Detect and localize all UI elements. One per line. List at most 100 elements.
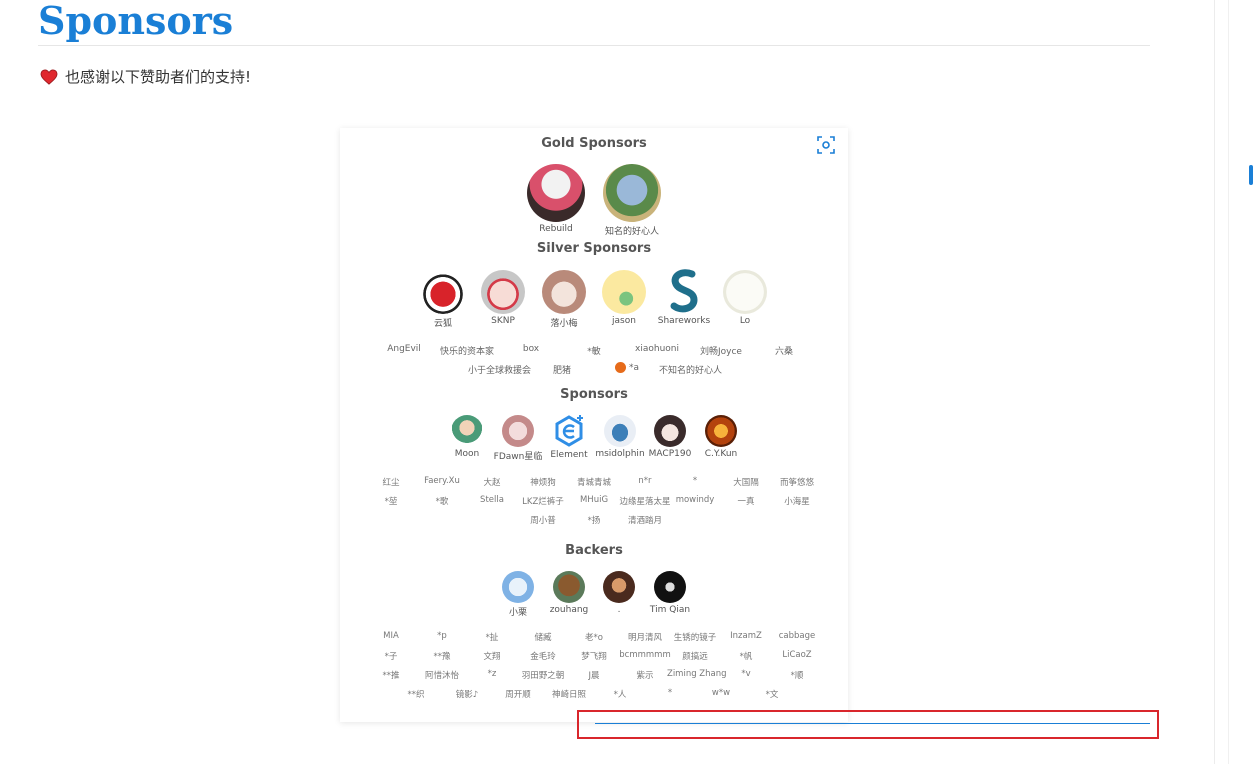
text-backer: 金毛玲 <box>530 652 556 662</box>
avatar <box>654 415 686 447</box>
avatar <box>527 164 585 222</box>
text-backer: **豫 <box>433 652 451 662</box>
sponsor[interactable]: C.Y.Kun <box>686 415 756 459</box>
text-sponsor: 快乐的资本家 <box>439 347 494 357</box>
text-backer: 老*o <box>585 633 603 643</box>
text-sponsor: MHuiG <box>579 495 609 505</box>
sponsor-name: C.Y.Kun <box>704 449 738 459</box>
text-sponsor: * <box>692 476 698 486</box>
text-backer: 紫示 <box>636 671 654 681</box>
backer[interactable]: Tim Qian <box>635 571 705 615</box>
text-sponsor: 大赵 <box>483 478 501 488</box>
text-sponsor: 小海星 <box>784 497 810 507</box>
text-backer: *子 <box>384 652 398 662</box>
silver-sponsors-title: Silver Sponsors <box>536 241 652 256</box>
sponsor-name: 知名的好心人 <box>604 227 659 237</box>
text-sponsor: 神烦狗 <box>530 478 556 488</box>
text-backer: 周开顺 <box>505 690 531 700</box>
thanks-text: 也感谢以下赞助者们的支持! <box>65 68 252 86</box>
gold-sponsor[interactable]: Rebuild <box>521 164 591 234</box>
text-sponsor: 边缘星落太星 <box>619 497 671 507</box>
page-title: Sponsors <box>38 0 234 43</box>
text-backer: bcmmmmm <box>619 650 671 660</box>
text-backer: J晨 <box>588 671 600 681</box>
text-backer: 颜搞远 <box>682 652 708 662</box>
text-backer: 明月清风 <box>627 633 662 643</box>
text-backer: 文翔 <box>483 652 501 662</box>
text-backer: **织 <box>407 690 425 700</box>
avatar <box>542 270 586 314</box>
shareworks-logo <box>670 269 698 313</box>
text-sponsor: n*r <box>638 476 652 486</box>
text-backer: * <box>667 688 673 698</box>
text-backer: *人 <box>613 690 627 700</box>
text-sponsor: *a <box>628 363 639 373</box>
text-backer: 阿惜沐怡 <box>424 671 459 681</box>
text-backer: InzamZ <box>730 631 762 641</box>
heart-icon <box>40 68 58 85</box>
text-sponsor: 周小普 <box>530 516 556 526</box>
sponsors-title: Sponsors <box>560 387 628 402</box>
text-sponsor: *扬 <box>587 516 601 526</box>
sidebar-divider-2 <box>1228 0 1229 764</box>
text-sponsor: *歌 <box>435 497 449 507</box>
text-backer: *z <box>487 669 497 679</box>
text-backer: *v <box>741 669 751 679</box>
avatar <box>553 571 585 603</box>
text-backer: LiCaoZ <box>782 650 812 660</box>
toc-active-indicator <box>1249 165 1253 185</box>
text-backer: **推 <box>382 671 400 681</box>
avatar <box>603 164 661 222</box>
text-backer: 梦飞翔 <box>581 652 607 662</box>
sponsor-name: Rebuild <box>539 224 573 234</box>
avatar <box>602 270 646 314</box>
text-backer: 镜影♪ <box>455 690 479 700</box>
text-sponsor: *堃 <box>384 497 398 507</box>
text-sponsor: 刘畅Joyce <box>700 347 742 357</box>
avatar <box>654 571 686 603</box>
avatar <box>502 571 534 603</box>
backers-title: Backers <box>565 543 623 558</box>
text-backer: *顺 <box>790 671 804 681</box>
text-backer: 生锈的镜子 <box>673 633 717 643</box>
gold-sponsors-title: Gold Sponsors <box>541 136 647 151</box>
text-sponsor: 不知名的好心人 <box>659 366 723 376</box>
avatar <box>705 415 737 447</box>
gold-sponsor[interactable]: 知名的好心人 <box>597 164 667 237</box>
text-sponsor: AngEvil <box>387 344 421 354</box>
text-backer: Ziming Zhang <box>667 669 727 679</box>
pumpkin-icon <box>615 362 626 373</box>
silver-sponsor[interactable]: Lo <box>710 270 780 326</box>
avatar <box>421 270 465 314</box>
text-backer: 神崎日照 <box>551 690 586 700</box>
avatar <box>603 571 635 603</box>
text-backer: *p <box>437 631 447 641</box>
text-sponsor: 一真 <box>737 497 755 507</box>
text-backer: cabbage <box>778 631 816 641</box>
avatar <box>451 415 483 447</box>
text-sponsor: 红尘 <box>382 478 400 488</box>
text-sponsor: mowindy <box>675 495 715 505</box>
text-backer: *帆 <box>739 652 753 662</box>
text-backer: 羽田野之朝 <box>521 671 565 681</box>
avatar <box>604 415 636 447</box>
silver-sponsor[interactable]: Shareworks <box>649 268 719 326</box>
silver-sponsor[interactable]: SKNP <box>468 270 538 326</box>
highlight-box <box>577 710 1159 739</box>
avatar <box>723 270 767 314</box>
text-sponsor: 而筝悠悠 <box>779 478 814 488</box>
text-sponsor: 大国隔 <box>733 478 759 488</box>
text-backer: 储臧 <box>534 633 552 643</box>
text-sponsor: Faery.Xu <box>424 476 460 486</box>
text-sponsor: 小于全球救援会 <box>468 366 532 376</box>
element-logo <box>555 415 583 447</box>
title-divider <box>38 45 1150 46</box>
text-sponsor: *敏 <box>587 347 601 357</box>
sidebar-divider <box>1214 0 1215 764</box>
avatar <box>502 415 534 447</box>
backer-name: Tim Qian <box>649 605 691 615</box>
text-sponsor: LKZ烂裤子 <box>522 497 564 507</box>
text-sponsor: 六桑 <box>774 347 793 357</box>
text-sponsor: xiaohuoni <box>635 344 679 354</box>
text-sponsor: 肥猪 <box>552 366 571 376</box>
